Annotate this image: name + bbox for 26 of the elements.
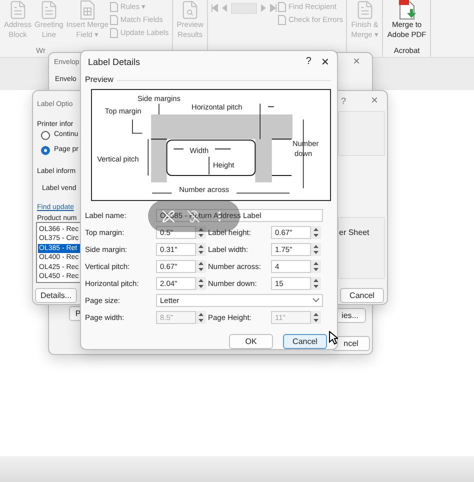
details-button[interactable]: Details... bbox=[35, 288, 77, 303]
radio-button[interactable] bbox=[41, 131, 50, 140]
spin-buttons[interactable] bbox=[311, 260, 321, 273]
spin-buttons[interactable] bbox=[311, 311, 321, 324]
close-icon[interactable]: × bbox=[353, 54, 360, 68]
chevron-down-icon bbox=[312, 298, 320, 303]
close-icon[interactable]: × bbox=[321, 54, 329, 70]
spin-buttons[interactable] bbox=[196, 311, 206, 324]
help-icon[interactable]: ? bbox=[341, 96, 346, 106]
cancel-button[interactable]: Cancel bbox=[340, 288, 384, 303]
spin-buttons[interactable] bbox=[196, 277, 206, 290]
spin-buttons[interactable] bbox=[196, 226, 206, 239]
spin-buttons[interactable] bbox=[196, 243, 206, 256]
document-grid-icon bbox=[78, 0, 96, 20]
close-icon[interactable]: × bbox=[371, 93, 378, 107]
help-icon[interactable]: ? bbox=[306, 56, 312, 68]
cancel-button[interactable]: Cancel bbox=[283, 334, 327, 349]
label-type-text: er Sheet bbox=[339, 228, 370, 237]
dialog-title: Label Details bbox=[88, 57, 142, 67]
section-heading: Preview bbox=[85, 75, 114, 85]
spin-buttons[interactable] bbox=[196, 260, 206, 273]
spin-buttons[interactable] bbox=[311, 243, 321, 256]
ok-button[interactable]: OK bbox=[229, 334, 273, 349]
spin-buttons[interactable] bbox=[311, 277, 321, 290]
spin-buttons[interactable] bbox=[311, 226, 321, 239]
radio-button[interactable] bbox=[41, 146, 50, 155]
